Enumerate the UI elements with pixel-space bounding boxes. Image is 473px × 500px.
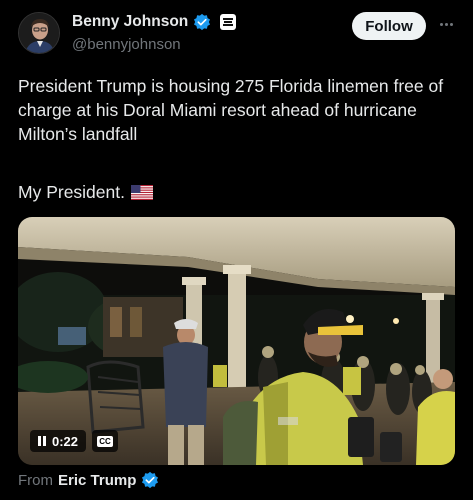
- follow-button[interactable]: Follow: [352, 12, 426, 40]
- verified-badge-icon: [194, 13, 211, 31]
- avatar[interactable]: [18, 12, 60, 54]
- author-display-name[interactable]: Benny Johnson: [72, 13, 188, 31]
- video-player[interactable]: 0:22 CC: [18, 217, 455, 465]
- affiliation-badge-icon[interactable]: [220, 14, 237, 30]
- captions-icon: CC: [97, 435, 113, 447]
- us-flag-icon: [130, 184, 153, 200]
- author-name-row: Benny Johnson: [72, 13, 237, 31]
- video-attribution: From Eric Trump: [18, 471, 159, 489]
- more-horizontal-icon[interactable]: [436, 14, 456, 34]
- captions-button[interactable]: CC: [92, 430, 119, 452]
- video-time: 0:22: [52, 433, 79, 449]
- author-handle[interactable]: @bennyjohnson: [72, 36, 181, 53]
- from-account-name[interactable]: Eric Trump: [58, 472, 136, 489]
- tweet-text-secondary: My President.: [18, 182, 125, 202]
- pause-icon: [38, 436, 46, 446]
- video-frame: [18, 217, 455, 465]
- play-pause-button[interactable]: 0:22: [30, 430, 87, 452]
- tweet: Benny Johnson @bennyjohnson Follow Presi…: [0, 0, 473, 500]
- verified-badge-icon: [142, 471, 159, 489]
- video-controls: 0:22 CC: [30, 429, 119, 453]
- from-label: From: [18, 471, 53, 489]
- tweet-text-line2: My President.: [18, 180, 458, 204]
- tweet-text: President Trump is housing 275 Florida l…: [18, 76, 444, 144]
